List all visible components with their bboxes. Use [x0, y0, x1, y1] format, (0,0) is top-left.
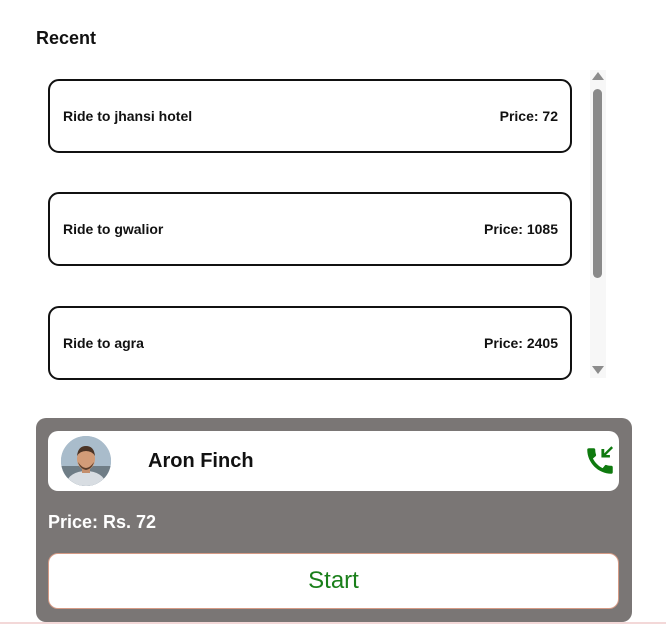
- scroll-up-arrow-icon[interactable]: [592, 72, 604, 80]
- ride-price: Price: 1085: [484, 221, 558, 237]
- ride-destination: Ride to agra: [63, 335, 144, 351]
- driver-card: Aron Finch: [48, 431, 619, 491]
- current-ride-panel: Aron Finch Price: Rs. 72 Start: [36, 418, 632, 622]
- ride-destination: Ride to gwalior: [63, 221, 164, 237]
- list-scrollbar[interactable]: [590, 70, 606, 378]
- ride-price: Price: 2405: [484, 335, 558, 351]
- call-driver-button[interactable]: [583, 444, 617, 478]
- driver-photo-icon: [61, 436, 111, 486]
- ride-item-agra[interactable]: Ride to agra Price: 2405: [48, 306, 572, 380]
- phone-call-icon: [587, 446, 614, 474]
- recent-rides-list[interactable]: Ride to jhansi hotel Price: 72 Ride to g…: [40, 70, 610, 380]
- ride-price-total: Price: Rs. 72: [48, 512, 157, 532]
- driver-avatar: [61, 436, 111, 486]
- ride-item-jhansi-hotel[interactable]: Ride to jhansi hotel Price: 72: [48, 79, 572, 153]
- ride-price: Price: 72: [499, 108, 558, 124]
- scroll-down-arrow-icon[interactable]: [592, 366, 604, 374]
- recent-title: Recent: [36, 28, 97, 48]
- start-ride-button[interactable]: Start: [48, 553, 619, 609]
- ride-destination: Ride to jhansi hotel: [63, 108, 193, 124]
- scrollbar-thumb[interactable]: [593, 89, 602, 278]
- ride-item-gwalior[interactable]: Ride to gwalior Price: 1085: [48, 192, 572, 266]
- driver-name: Aron Finch: [148, 450, 254, 472]
